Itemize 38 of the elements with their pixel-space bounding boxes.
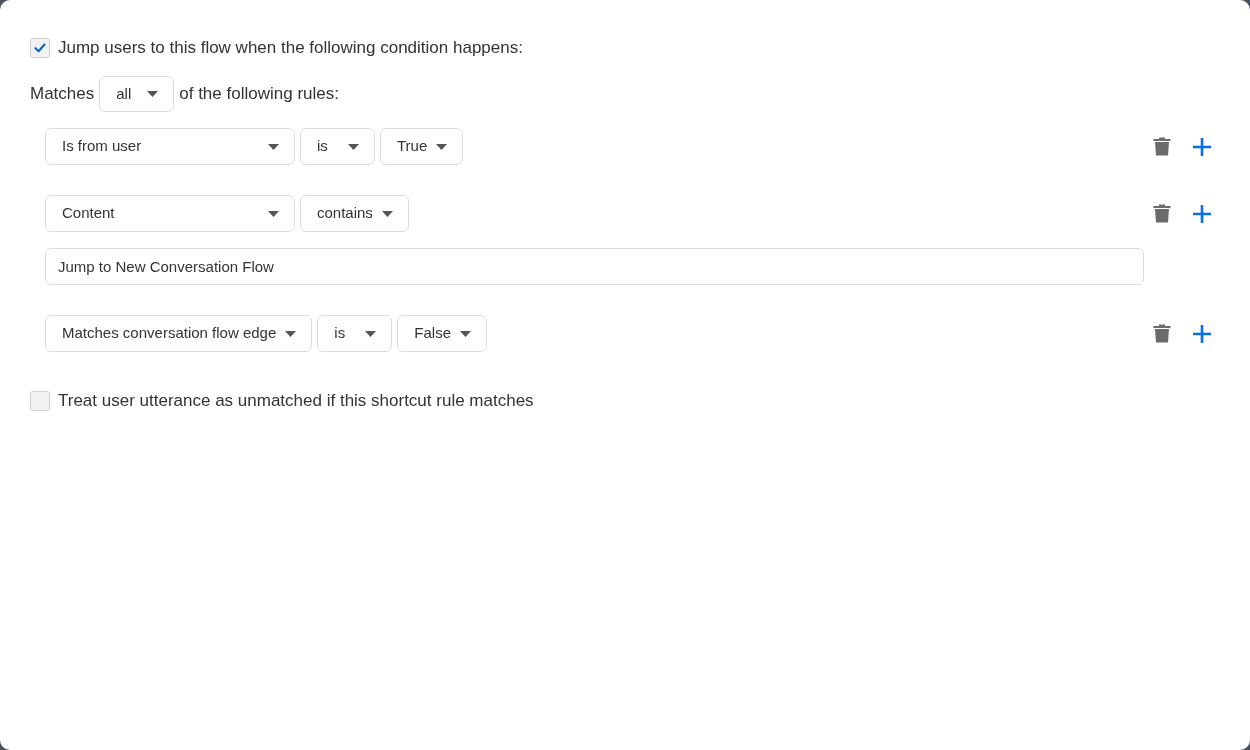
caret-icon	[381, 210, 393, 217]
caret-icon	[268, 143, 279, 150]
caret-icon	[460, 330, 471, 337]
dropdown[interactable]: Matches conversation flow edge	[45, 315, 313, 352]
dropdown[interactable]: all	[99, 76, 175, 112]
dropdown[interactable]: Content	[45, 195, 295, 232]
check-icon	[34, 43, 46, 53]
dropdown[interactable]: is	[317, 315, 393, 352]
plus-icon	[1193, 204, 1211, 223]
caret-icon	[285, 330, 297, 337]
checkbox[interactable]	[30, 391, 50, 411]
trash-icon	[1153, 204, 1171, 223]
caret-icon	[436, 143, 448, 150]
add-button[interactable]	[1193, 137, 1211, 156]
dropdown[interactable]: False	[397, 315, 487, 352]
add-button[interactable]	[1193, 324, 1211, 343]
dropdown[interactable]: True	[380, 128, 464, 165]
matches-label: Matches	[30, 83, 95, 106]
delete-button[interactable]	[1153, 204, 1171, 223]
trash-icon	[1153, 324, 1171, 343]
caret-icon	[348, 143, 359, 150]
delete-button[interactable]	[1153, 324, 1171, 343]
add-button[interactable]	[1193, 204, 1211, 223]
checkbox[interactable]	[30, 38, 50, 58]
trash-icon	[1153, 137, 1171, 156]
caret-icon	[365, 330, 377, 337]
rules-label: of the following rules:	[179, 83, 339, 106]
dropdown[interactable]: is	[300, 128, 375, 165]
plus-icon	[1193, 137, 1211, 156]
dropdown[interactable]: contains	[300, 195, 409, 232]
caret-icon	[268, 210, 279, 217]
checkbox-label: Jump users to this flow when the following condition happens:	[58, 38, 523, 58]
text-input[interactable]: Jump to New Conversation Flow	[45, 248, 1144, 285]
caret-icon	[147, 91, 159, 97]
dropdown[interactable]: Is from user	[45, 128, 295, 165]
checkbox-label: Treat user utterance as unmatched if this shortcut rule matches	[58, 391, 534, 411]
delete-button[interactable]	[1153, 137, 1171, 156]
plus-icon	[1193, 324, 1211, 343]
